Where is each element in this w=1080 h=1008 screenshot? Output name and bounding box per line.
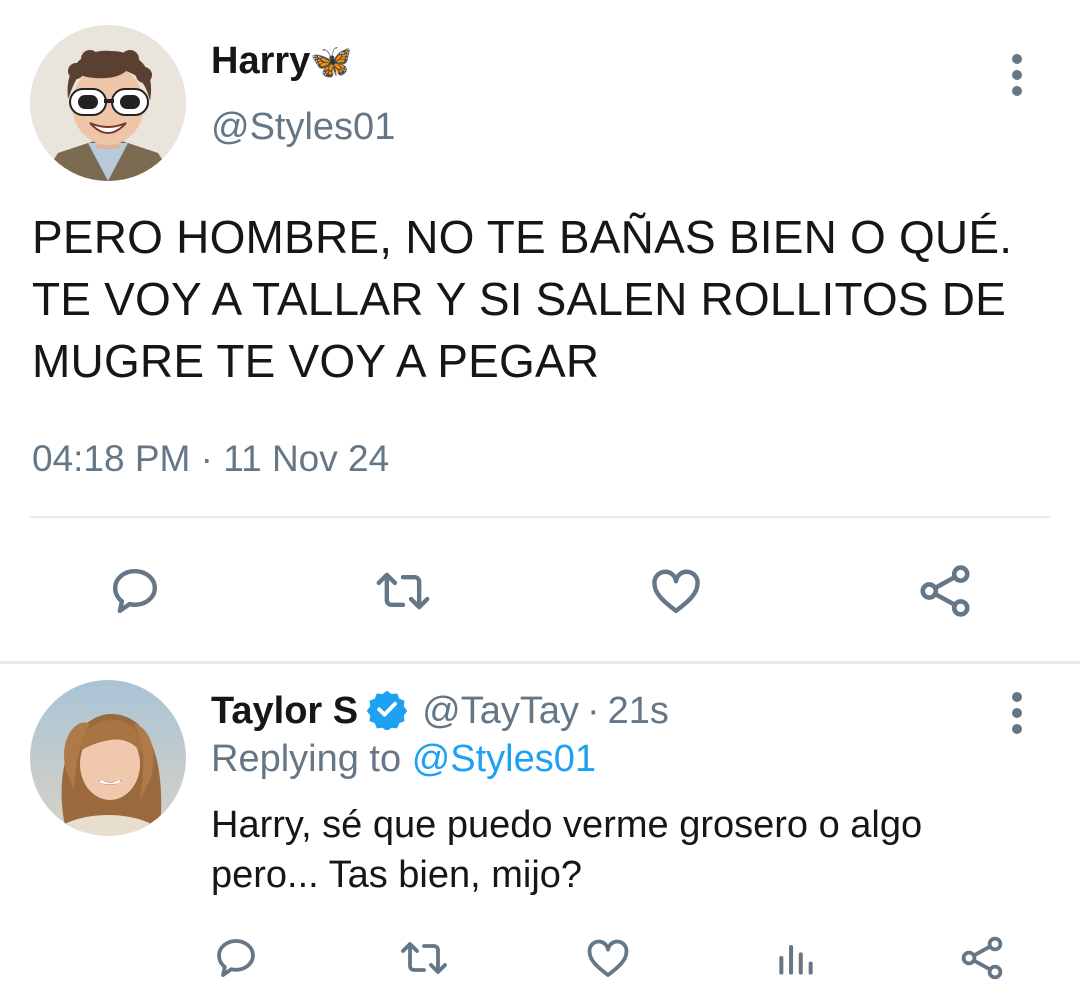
reply-author-handle[interactable]: @TayTay xyxy=(422,690,579,733)
retweet-icon xyxy=(401,942,447,974)
share-button[interactable] xyxy=(908,556,982,626)
reply-time: 21s xyxy=(607,690,669,732)
reply-comment-button[interactable] xyxy=(206,928,266,988)
author-handle[interactable]: @Styles01 xyxy=(211,106,395,149)
like-button[interactable] xyxy=(639,556,713,626)
reply-share-button[interactable] xyxy=(952,928,1012,988)
tweet-date: 11 Nov 24 xyxy=(223,438,390,479)
author-name-row[interactable]: Harry🦋 xyxy=(211,40,353,83)
reply-retweet-button[interactable] xyxy=(392,928,456,988)
comment-icon xyxy=(217,939,255,977)
reply-like-button[interactable] xyxy=(578,928,638,988)
retweet-button[interactable] xyxy=(366,556,440,626)
replying-to-label: Replying to xyxy=(211,738,402,780)
replying-to: Replying to @Styles01 xyxy=(211,738,596,781)
author-avatar[interactable] xyxy=(30,25,186,181)
reply-more-options-button[interactable] xyxy=(997,683,1037,743)
section-divider xyxy=(0,661,1080,664)
reply-separator: · xyxy=(586,690,600,732)
share-icon xyxy=(961,936,1003,980)
replying-to-handle-link[interactable]: @Styles01 xyxy=(412,738,596,780)
share-icon xyxy=(920,565,970,617)
comment-icon xyxy=(112,568,158,614)
reply-header: Taylor S @TayTay · 21s xyxy=(211,688,669,735)
butterfly-emoji: 🦋 xyxy=(310,43,353,81)
more-vertical-icon xyxy=(1012,54,1022,96)
verified-badge-icon xyxy=(366,688,408,735)
reply-button[interactable] xyxy=(98,556,172,626)
retweet-icon xyxy=(376,572,430,610)
more-options-button[interactable] xyxy=(997,45,1037,105)
analytics-icon xyxy=(779,944,813,975)
tweet-time: 04:18 PM xyxy=(32,438,191,479)
tweet-meta: 04:18 PM · 11 Nov 24 xyxy=(32,438,389,480)
reply-author-name[interactable]: Taylor S xyxy=(211,690,358,733)
reply-author-avatar[interactable] xyxy=(30,680,186,836)
author-name: Harry xyxy=(211,40,311,82)
divider xyxy=(30,516,1050,518)
reply-text: Harry, sé que puedo verme grosero o algo… xyxy=(211,804,923,896)
more-vertical-icon xyxy=(1012,692,1022,734)
meta-separator: · xyxy=(200,438,213,479)
reply-analytics-button[interactable] xyxy=(766,928,826,988)
heart-icon xyxy=(652,569,700,614)
heart-icon xyxy=(587,939,629,977)
tweet-text: PERO HOMBRE, NO TE BAÑAS BIEN O QUÉ. TE … xyxy=(32,211,1013,387)
